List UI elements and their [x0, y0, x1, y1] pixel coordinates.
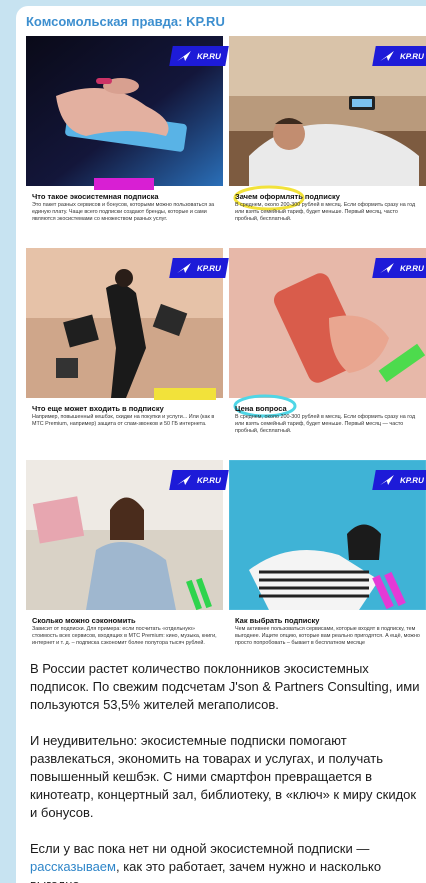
arrow-logo-icon: [177, 263, 191, 273]
card-text: Например, повышенный кешбэк, скидки на п…: [32, 414, 215, 427]
card-title: Сколько можно сэкономить: [32, 616, 136, 625]
channel-title[interactable]: Комсомольская правда: KP.RU: [26, 14, 225, 29]
card-title: Что еще может входить в подписку: [32, 404, 164, 413]
yellow-highlight: [154, 388, 216, 400]
card-text: Чем активнее пользоваться сервисами, кот…: [235, 626, 420, 646]
brand-logo: KP.RU: [169, 46, 229, 66]
collage-card-2[interactable]: KP.RU Зачем оформлять подписку В среднем…: [229, 36, 426, 242]
magenta-highlight: [94, 178, 154, 190]
collage-card-6[interactable]: KP.RU Как выбрать подписку Чем активнее …: [229, 460, 426, 666]
arrow-logo-icon: [380, 263, 394, 273]
card-text: В среднем, около 200-300 рублей в месяц.…: [235, 202, 416, 222]
message-paragraph-3: Если у вас пока нет ни одной экосистемно…: [30, 841, 382, 883]
collage-card-1[interactable]: KP.RU Что такое экосистемная подписка Эт…: [26, 36, 229, 242]
card-title: Цена вопроса: [235, 404, 287, 413]
card-text: Это пакет разных сервисов и бонусов, кот…: [32, 202, 215, 222]
message-bubble: Комсомольская правда: KP.RU KP.RU Что та…: [16, 6, 426, 883]
card-title: Зачем оформлять подписку: [235, 192, 340, 201]
article-link[interactable]: рассказываем: [30, 859, 116, 874]
brand-logo: KP.RU: [372, 470, 426, 490]
collage-card-4[interactable]: KP.RU Цена вопроса В среднем, около 200-…: [229, 248, 426, 454]
brand-logo: KP.RU: [372, 258, 426, 278]
message-paragraph-2: И неудивительно: экосистемные подписки п…: [30, 733, 417, 820]
card-text: Зависит от подписки. Для примера: если п…: [32, 626, 217, 646]
card-title: Что такое экосистемная подписка: [32, 192, 159, 201]
brand-logo: KP.RU: [169, 258, 229, 278]
collage-card-3[interactable]: KP.RU Что еще может входить в подписку Н…: [26, 248, 229, 454]
card-title: Как выбрать подписку: [235, 616, 320, 625]
message-paragraph-1: В России растет количество поклонников э…: [30, 661, 420, 712]
arrow-logo-icon: [380, 51, 394, 61]
brand-logo: KP.RU: [372, 46, 426, 66]
arrow-logo-icon: [380, 475, 394, 485]
collage-card-5[interactable]: KP.RU Сколько можно сэкономить Зависит о…: [26, 460, 229, 666]
arrow-logo-icon: [177, 51, 191, 61]
card-text: В среднем, около 200-300 рублей в месяц.…: [235, 414, 416, 434]
brand-logo: KP.RU: [169, 470, 229, 490]
arrow-logo-icon: [177, 475, 191, 485]
